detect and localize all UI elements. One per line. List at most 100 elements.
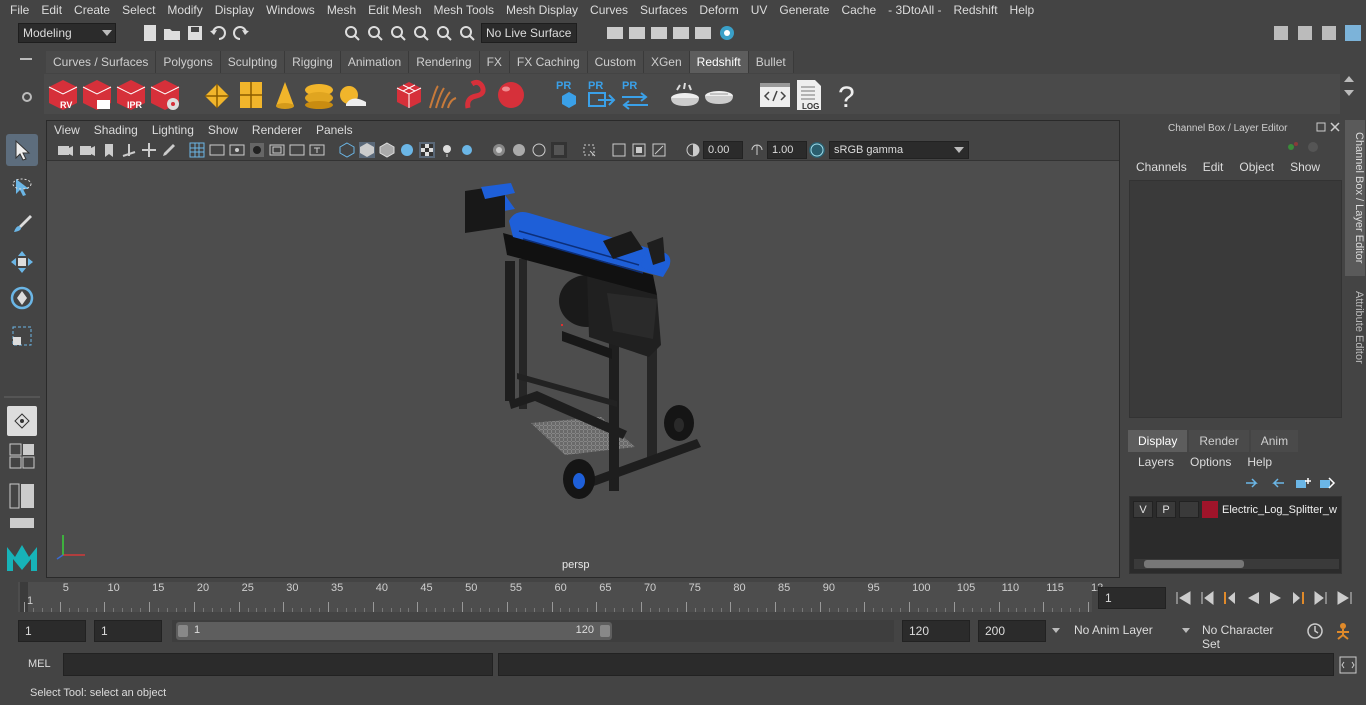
panel-menu-show[interactable]: Show: [201, 123, 245, 137]
four-view-layout-button[interactable]: [6, 442, 38, 470]
paint-select-tool[interactable]: [6, 208, 38, 240]
render-frame-icon[interactable]: [606, 24, 624, 42]
lighting-icon[interactable]: [459, 142, 475, 158]
safe-action-icon[interactable]: [289, 142, 305, 158]
save-scene-icon[interactable]: [186, 24, 204, 42]
shelf-tab-animation[interactable]: Animation: [340, 51, 410, 73]
redshift-light-area-icon[interactable]: [234, 78, 268, 112]
motion-blur-icon[interactable]: [651, 142, 667, 158]
menu-deform[interactable]: Deform: [693, 3, 744, 17]
play-forward-icon[interactable]: [1266, 589, 1284, 607]
layer-playback-toggle[interactable]: P: [1156, 501, 1176, 518]
panel-menu-lighting[interactable]: Lighting: [145, 123, 201, 137]
shelf-tab-custom[interactable]: Custom: [587, 51, 644, 73]
menu-create[interactable]: Create: [68, 3, 116, 17]
render-settings-icon[interactable]: [650, 24, 668, 42]
float-panel-icon[interactable]: [1316, 122, 1326, 132]
snap-grid-icon[interactable]: [412, 24, 430, 42]
render-view-icon[interactable]: [718, 24, 736, 42]
pr-swap-icon[interactable]: PR: [618, 78, 652, 112]
tab-channel-box[interactable]: Channel Box / Layer Editor: [1345, 120, 1365, 276]
render-sequence-icon[interactable]: [628, 24, 646, 42]
menu-display[interactable]: Display: [209, 3, 260, 17]
new-layer-selected-icon[interactable]: [1318, 476, 1336, 490]
layer-tab-render[interactable]: Render: [1189, 430, 1249, 452]
isolate-select-icon[interactable]: [581, 142, 597, 158]
script-layout-button[interactable]: [6, 516, 38, 530]
redshift-light-spot-icon[interactable]: [268, 78, 302, 112]
menu-mesh-display[interactable]: Mesh Display: [500, 3, 584, 17]
gamma-field[interactable]: 1.00: [767, 141, 807, 159]
redshift-ipr-icon[interactable]: IPR: [114, 78, 148, 112]
snap-point-icon[interactable]: [458, 24, 476, 42]
layer-color-swatch[interactable]: [1202, 501, 1218, 518]
workspace-dropdown[interactable]: Modeling: [18, 23, 116, 43]
xray-icon[interactable]: [491, 142, 507, 158]
safe-title-icon[interactable]: [309, 142, 325, 158]
redshift-light-dome-icon[interactable]: [302, 78, 336, 112]
use-all-lights-icon[interactable]: [419, 142, 435, 158]
bake-pie-alt-icon[interactable]: [702, 78, 736, 112]
snap-curve-icon[interactable]: [435, 24, 453, 42]
layer-tab-anim[interactable]: Anim: [1250, 430, 1299, 452]
layer-visibility-toggle[interactable]: V: [1133, 501, 1153, 518]
single-view-layout-button[interactable]: [7, 406, 37, 436]
shelf-tab-fx[interactable]: FX: [479, 51, 510, 73]
camera-select-icon[interactable]: [57, 142, 73, 158]
scene-end-field[interactable]: 200: [978, 620, 1046, 642]
redshift-material-icon[interactable]: [494, 78, 528, 112]
redshift-render-view-icon[interactable]: RV: [46, 78, 80, 112]
outliner-layout-button[interactable]: [6, 482, 38, 510]
script-editor-icon[interactable]: [1339, 656, 1357, 674]
animation-preferences-icon[interactable]: [1334, 621, 1354, 641]
redshift-render-icon[interactable]: [80, 78, 114, 112]
shelf-menu-icon[interactable]: [20, 58, 32, 60]
help-icon[interactable]: ?: [828, 78, 862, 112]
panel-menu-view[interactable]: View: [47, 123, 87, 137]
color-management-icon[interactable]: [809, 142, 825, 158]
shelf-tab-rendering[interactable]: Rendering: [409, 51, 480, 73]
step-forward-key-icon[interactable]: [1312, 589, 1330, 607]
redshift-settings-icon[interactable]: [148, 78, 182, 112]
range-options-dropdown[interactable]: [1052, 620, 1064, 642]
range-slider-handle[interactable]: 1 120: [176, 622, 612, 640]
image-plane-icon[interactable]: [121, 142, 137, 158]
menu-curves[interactable]: Curves: [584, 3, 634, 17]
menu-uv[interactable]: UV: [745, 3, 774, 17]
color-space-dropdown[interactable]: sRGB gamma: [829, 141, 969, 159]
menu-cache[interactable]: Cache: [835, 3, 882, 17]
panel-menu-renderer[interactable]: Renderer: [245, 123, 309, 137]
menu-edit[interactable]: Edit: [35, 3, 68, 17]
step-forward-frame-icon[interactable]: [1290, 589, 1308, 607]
character-set-dropdown[interactable]: No Character Set: [1196, 620, 1298, 651]
menu-surfaces[interactable]: Surfaces: [634, 3, 693, 17]
gate-mask-icon[interactable]: [249, 142, 265, 158]
menu-redshift[interactable]: Redshift: [948, 3, 1004, 17]
redshift-volume-icon[interactable]: [460, 78, 494, 112]
exposure-field[interactable]: 0.00: [703, 141, 743, 159]
shadows-icon[interactable]: [439, 142, 455, 158]
channel-box-icon[interactable]: [1344, 24, 1362, 42]
play-backward-icon[interactable]: [1244, 589, 1262, 607]
panel-menu-panels[interactable]: Panels: [309, 123, 360, 137]
gamma-icon[interactable]: [749, 142, 765, 158]
menu-file[interactable]: File: [0, 3, 35, 17]
auto-key-icon[interactable]: [1306, 622, 1324, 640]
layer-menu-layers[interactable]: Layers: [1130, 455, 1182, 469]
menu-3dtoall[interactable]: - 3DtoAll -: [882, 3, 947, 17]
command-input[interactable]: [63, 653, 493, 676]
xray-joints-icon[interactable]: [511, 142, 527, 158]
rotate-tool[interactable]: [6, 282, 38, 314]
shelf-tab-fx-caching[interactable]: FX Caching: [509, 51, 588, 73]
2d-pan-zoom-icon[interactable]: [141, 142, 157, 158]
go-to-start-icon[interactable]: [1174, 589, 1192, 607]
shelf-tab-rigging[interactable]: Rigging: [285, 51, 341, 73]
move-layer-up-icon[interactable]: [1244, 476, 1262, 490]
channel-menu-show[interactable]: Show: [1282, 160, 1328, 174]
range-start-grip[interactable]: [178, 625, 188, 637]
panel-menu-shading[interactable]: Shading: [87, 123, 145, 137]
select-tool[interactable]: [6, 134, 38, 166]
channel-list[interactable]: [1129, 180, 1342, 418]
lasso-tool[interactable]: [6, 172, 38, 204]
select-by-hierarchy-icon[interactable]: [343, 24, 361, 42]
